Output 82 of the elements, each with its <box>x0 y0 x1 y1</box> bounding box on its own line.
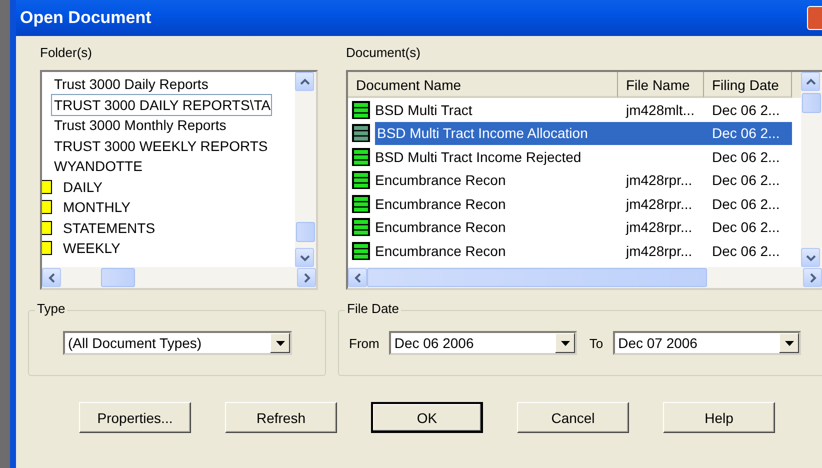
scroll-up-button[interactable] <box>801 72 820 91</box>
folder-icon <box>42 220 52 235</box>
folder-icon <box>42 200 52 214</box>
column-header[interactable]: File Name <box>618 72 704 98</box>
list-icon <box>351 240 371 261</box>
scroll-thumb[interactable] <box>802 93 821 113</box>
field-label: To <box>589 336 604 350</box>
chevron-right-icon <box>302 272 312 282</box>
chevron-right-icon <box>808 272 818 282</box>
folder-item[interactable]: DAILY <box>60 176 106 198</box>
folder-item[interactable]: TRUST 3000 WEEKLY REPORTS <box>51 134 271 157</box>
folder-item[interactable]: WEEKLY <box>60 237 124 260</box>
table-cell-text: jm428rpr... <box>624 171 694 190</box>
dropdown[interactable]: (All Document Types) <box>63 331 292 355</box>
group-title: File Date <box>345 301 402 316</box>
chevron-down-icon <box>300 252 310 262</box>
scroll-left-button[interactable] <box>42 268 61 287</box>
table-cell: Encumbrance Recon <box>375 196 506 212</box>
table-cell-text: jm428rpr... <box>624 242 694 261</box>
folder-item[interactable]: TRUST 3000 DAILY REPORTS\TA <box>51 94 272 116</box>
dialog-button[interactable]: Refresh <box>225 402 337 433</box>
folder-item[interactable]: STATEMENTS <box>60 216 158 239</box>
list-icon <box>351 217 371 238</box>
chevron-up-icon <box>806 76 816 86</box>
selected-row[interactable]: BSD Multi Tract Income Allocation Dec 06 2... <box>348 122 801 145</box>
folder-item[interactable]: Trust 3000 Daily Reports <box>51 73 212 96</box>
table-cell-text: Dec 06 2... <box>711 218 781 238</box>
list-icon <box>351 123 371 144</box>
table-cell-text: Dec 06 2... <box>711 100 781 120</box>
scroll-up-button[interactable] <box>295 72 314 91</box>
list-label: Folder(s) <box>40 45 92 60</box>
table-cell-text: Dec 06 2... <box>711 171 781 190</box>
list-icon <box>351 194 371 214</box>
scroll-thumb[interactable] <box>296 222 315 242</box>
column-header[interactable]: Document Name <box>348 72 618 98</box>
dialog-button[interactable]: Help <box>663 402 775 433</box>
folder-item[interactable]: MONTHLY <box>60 196 134 218</box>
table-cell-text: Dec 06 2... <box>711 194 781 214</box>
scroll-thumb[interactable] <box>367 268 707 287</box>
table-cell: BSD Multi Tract <box>375 102 472 118</box>
table-cell: BSD Multi Tract Income Allocation <box>375 122 618 145</box>
caret-icon <box>784 340 794 346</box>
folder-icon <box>42 241 52 256</box>
chevron-left-icon <box>46 272 56 282</box>
list-icon <box>351 146 371 167</box>
scroll-right-button[interactable] <box>297 268 316 287</box>
scroll-down-button[interactable] <box>801 248 820 267</box>
table-cell: BSD Multi Tract Income Rejected <box>375 148 582 165</box>
table-cell: Dec 06 2... <box>704 122 792 145</box>
table-cell: Encumbrance Recon <box>375 242 506 259</box>
scroll-left-button[interactable] <box>348 268 367 287</box>
caret-icon <box>276 340 284 346</box>
scroll-down-button[interactable] <box>295 248 314 267</box>
dialog-button[interactable]: Properties... <box>79 402 191 433</box>
table-cell-text: jm428rpr... <box>624 194 694 214</box>
chevron-down-icon <box>806 252 816 262</box>
chevron-left-icon <box>352 272 362 282</box>
column-header[interactable]: Filing Date <box>704 72 792 98</box>
dialog-button[interactable]: OK <box>371 402 483 433</box>
dropdown[interactable]: Dec 06 2006 <box>389 331 578 355</box>
caret-icon <box>560 340 570 346</box>
folder-icon <box>42 180 52 194</box>
folder-item[interactable]: WYANDOTTE <box>51 155 146 178</box>
list-label: Document(s) <box>346 45 420 60</box>
table-cell: Encumbrance Recon <box>375 172 506 188</box>
table-cell-text: Dec 06 2... <box>711 242 781 261</box>
dialog-button[interactable]: Cancel <box>517 402 629 433</box>
list-icon <box>351 100 371 120</box>
list-icon <box>351 170 371 190</box>
group-title: Type <box>35 301 68 316</box>
table-cell-text: Dec 06 2... <box>711 148 781 167</box>
dropdown[interactable]: Dec 07 2006 <box>613 331 802 355</box>
window-title: Open Document <box>19 8 152 28</box>
chevron-up-icon <box>300 76 310 86</box>
close-button[interactable] <box>807 6 822 30</box>
field-label: From <box>349 336 380 350</box>
scroll-right-button[interactable] <box>803 268 822 287</box>
folder-item[interactable]: Trust 3000 Monthly Reports <box>51 114 230 136</box>
table-cell-text: jm428rpr... <box>624 218 694 238</box>
table-cell: Encumbrance Recon <box>375 219 506 236</box>
scroll-thumb[interactable] <box>101 268 135 287</box>
table-cell-text: jm428mlt... <box>624 100 696 120</box>
